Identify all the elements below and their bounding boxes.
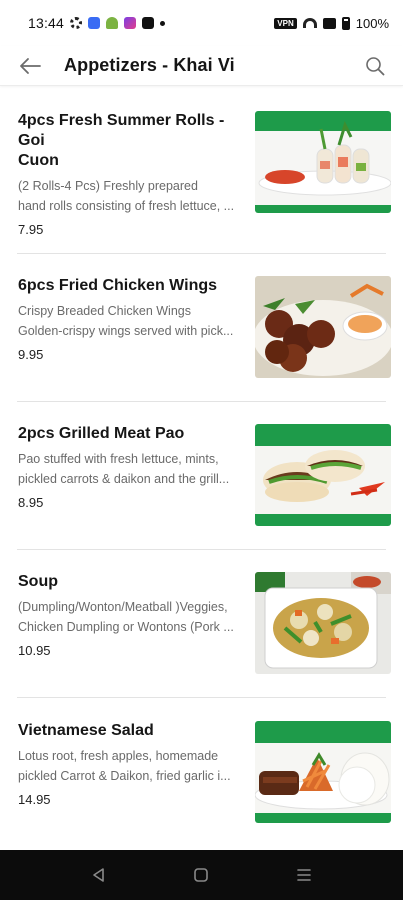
android-icon	[106, 17, 119, 29]
item-title: 6pcs Fried Chicken Wings	[18, 277, 218, 294]
nav-recents-button[interactable]	[284, 855, 324, 895]
item-photo-meat-pao	[255, 424, 391, 526]
item-photo-summer-rolls	[255, 111, 391, 213]
no-sim-icon	[322, 17, 336, 29]
app-notification-icon	[88, 17, 101, 29]
vpn-icon: VPN	[274, 17, 297, 29]
item-title: Vietnamese Salad	[18, 722, 154, 739]
wifi-icon	[302, 18, 317, 28]
divider	[17, 401, 386, 402]
app-bar: Appetizers - Khai Vi	[0, 46, 403, 86]
item-photo-soup	[255, 572, 391, 674]
messenger-icon	[124, 17, 137, 29]
system-navigation-bar	[0, 850, 403, 900]
menu-item-fresh-summer-rolls[interactable]: 4pcs Fresh Summer Rolls - Goi Cuon (2 Ro…	[17, 111, 391, 259]
arrow-left-icon	[20, 57, 41, 74]
search-button[interactable]	[361, 52, 389, 80]
item-title: Soup	[18, 573, 58, 590]
battery-icon	[341, 16, 350, 30]
item-description: Pao stuffed with fresh lettuce, mints, p…	[18, 452, 230, 486]
item-photo-vietnamese-salad	[255, 721, 391, 823]
battery-percent: 100%	[355, 15, 389, 31]
app-black-icon	[142, 17, 155, 29]
page-title: Appetizers - Khai Vi	[64, 55, 235, 75]
item-description: Lotus root, fresh apples, homemade pickl…	[18, 749, 231, 783]
more-notifications-dot-icon	[160, 20, 166, 26]
item-title: 4pcs Fresh Summer Rolls - Goi Cuon	[18, 112, 225, 169]
item-description: (Dumpling/Wonton/Meatball )Veggies, Chic…	[18, 600, 234, 634]
item-description: (2 Rolls-4 Pcs) Freshly prepared hand ro…	[18, 179, 235, 213]
item-price: 10.95	[18, 643, 51, 658]
recents-lines-icon	[297, 869, 311, 881]
item-photo-chicken-wings	[255, 276, 391, 378]
divider	[17, 253, 386, 254]
settings-gear-icon	[70, 17, 83, 29]
item-price: 14.95	[18, 792, 51, 807]
home-square-icon	[194, 868, 209, 882]
nav-home-button[interactable]	[181, 855, 221, 895]
menu-item-vietnamese-salad[interactable]: Vietnamese Salad Lotus root, fresh apple…	[17, 721, 391, 850]
status-time: 13:44	[28, 15, 65, 31]
item-price: 8.95	[18, 495, 44, 510]
back-button[interactable]	[16, 52, 44, 80]
nav-back-button[interactable]	[79, 855, 119, 895]
divider	[17, 549, 386, 550]
divider	[17, 697, 386, 698]
item-description: Crispy Breaded Chicken Wings Golden-cris…	[18, 304, 234, 338]
back-triangle-icon	[93, 868, 104, 882]
item-title: 2pcs Grilled Meat Pao	[18, 425, 185, 442]
status-bar: 13:44 VPN 100%	[0, 0, 403, 46]
menu-list[interactable]: 4pcs Fresh Summer Rolls - Goi Cuon (2 Ro…	[0, 90, 403, 850]
item-price: 7.95	[18, 222, 44, 237]
item-price: 9.95	[18, 347, 44, 362]
search-icon	[366, 56, 385, 75]
